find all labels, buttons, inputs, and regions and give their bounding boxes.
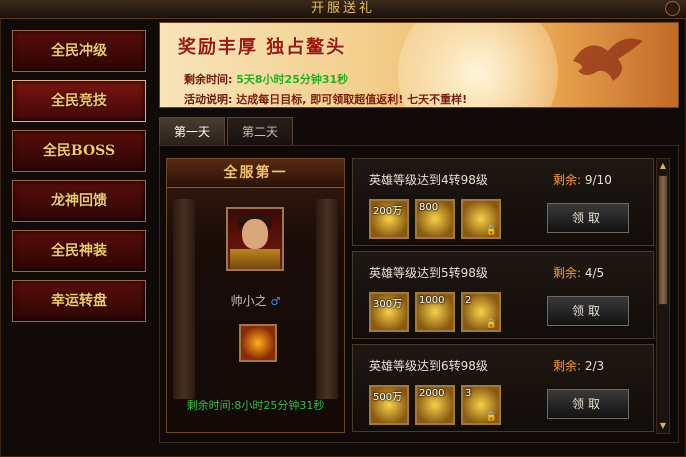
task-remaining-label: 剩余: <box>553 359 582 373</box>
event-description-text: 达成每日目标, 即可领取超值返利! 七天不重样! <box>236 93 468 106</box>
claim-button[interactable]: 领取 <box>547 296 629 326</box>
task-remaining-value: 9/10 <box>584 173 612 187</box>
reward-item-gold[interactable]: 300万 <box>369 292 409 332</box>
rank-reward-item[interactable] <box>239 324 277 362</box>
task-remaining-label: 剩余: <box>553 266 582 280</box>
sidebar-item-boss[interactable]: 全民BOSS <box>12 130 146 172</box>
claim-button[interactable]: 领取 <box>547 389 629 419</box>
task-title: 英雄等级达到6转98级 <box>369 359 488 373</box>
player-name-row: 帅小之 ♂ <box>167 292 344 309</box>
reward-item-ingot[interactable]: 2000 <box>415 385 455 425</box>
avatar-armor <box>230 249 280 269</box>
sidebar-item-lucky-wheel[interactable]: 幸运转盘 <box>12 280 146 322</box>
dragon-icon <box>573 38 643 81</box>
item-count: 2000 <box>419 388 445 399</box>
item-count: 1000 <box>419 295 445 306</box>
remaining-time-value: 5天8小时25分钟31秒 <box>236 73 349 86</box>
item-count: 300万 <box>373 299 403 310</box>
sidebar: 全民冲级 全民竞技 全民BOSS 龙神回馈 全民神装 幸运转盘 <box>12 30 148 330</box>
task-remaining-value: 2/3 <box>584 359 605 373</box>
reward-item-gold[interactable]: 500万 <box>369 385 409 425</box>
scroll-down-arrow-icon[interactable]: ▼ <box>658 420 668 432</box>
event-banner: 奖励丰厚 独占鳌头 剩余时间: 5天8小时25分钟31秒 活动说明: 达成每日目… <box>159 22 679 108</box>
item-count: 2 <box>465 295 472 306</box>
lock-icon: 🔒 <box>485 412 497 422</box>
top-rank-panel: 全服第一 帅小之 ♂ 剩余时间:8小时25分钟31秒 <box>166 158 345 433</box>
claim-button[interactable]: 领取 <box>547 203 629 233</box>
rank-remaining-time: 剩余时间:8小时25分钟31秒 <box>186 399 325 412</box>
item-count: 500万 <box>373 392 403 403</box>
tab-day-one[interactable]: 第一天 <box>159 117 225 145</box>
sidebar-item-dragon-feedback[interactable]: 龙神回馈 <box>12 180 146 222</box>
close-button[interactable] <box>665 1 680 16</box>
scrollbar-thumb[interactable] <box>658 175 668 305</box>
item-count: 3 <box>465 388 472 399</box>
task-title: 英雄等级达到5转98级 <box>369 266 488 280</box>
banner-title: 奖励丰厚 独占鳌头 <box>178 37 347 58</box>
task-list-scrollbar[interactable]: ▲ ▼ <box>656 158 670 434</box>
task-remaining: 剩余: 9/10 <box>553 171 612 188</box>
reward-item-ingot[interactable]: 800 <box>415 199 455 239</box>
rank-heading: 全服第一 <box>167 159 344 188</box>
item-count: 800 <box>419 202 439 213</box>
remaining-time-row: 剩余时间: 5天8小时25分钟31秒 <box>184 71 348 87</box>
task-row: 英雄等级达到4转98级 剩余: 9/10 200万 800 🔒 领取 <box>352 158 654 246</box>
sidebar-item-arena[interactable]: 全民竞技 <box>12 80 146 122</box>
male-gender-icon: ♂ <box>270 295 281 308</box>
task-remaining: 剩余: 2/3 <box>553 357 604 374</box>
reward-item-scroll[interactable]: 🔒 <box>461 199 501 239</box>
reward-item-scroll[interactable]: 3 🔒 <box>461 385 501 425</box>
task-row: 英雄等级达到5转98级 剩余: 4/5 300万 1000 2 🔒 领取 <box>352 251 654 339</box>
lock-icon: 🔒 <box>485 319 497 329</box>
avatar-face <box>242 219 268 249</box>
task-row: 英雄等级达到6转98级 剩余: 2/3 500万 2000 3 🔒 领取 <box>352 344 654 432</box>
task-remaining-value: 4/5 <box>584 266 605 280</box>
sidebar-item-equipment[interactable]: 全民神装 <box>12 230 146 272</box>
reward-item-gold[interactable]: 200万 <box>369 199 409 239</box>
task-remaining: 剩余: 4/5 <box>553 264 604 281</box>
item-count: 200万 <box>373 206 403 217</box>
lock-icon: 🔒 <box>485 226 497 236</box>
player-name: 帅小之 <box>230 294 267 308</box>
reward-item-ingot[interactable]: 1000 <box>415 292 455 332</box>
event-description-row: 活动说明: 达成每日目标, 即可领取超值返利! 七天不重样! <box>184 91 467 107</box>
event-description-label: 活动说明: <box>184 93 233 106</box>
scroll-up-arrow-icon[interactable]: ▲ <box>658 160 668 172</box>
player-avatar[interactable] <box>226 207 284 271</box>
remaining-time-label: 剩余时间: <box>184 73 233 86</box>
window-title: 开服送礼 <box>310 1 375 16</box>
reward-item-scroll[interactable]: 2 🔒 <box>461 292 501 332</box>
tab-day-two[interactable]: 第二天 <box>227 117 293 145</box>
task-title: 英雄等级达到4转98级 <box>369 173 488 187</box>
sidebar-item-level-rush[interactable]: 全民冲级 <box>12 30 146 72</box>
task-remaining-label: 剩余: <box>553 173 582 187</box>
title-bar: 开服送礼 <box>0 0 686 19</box>
